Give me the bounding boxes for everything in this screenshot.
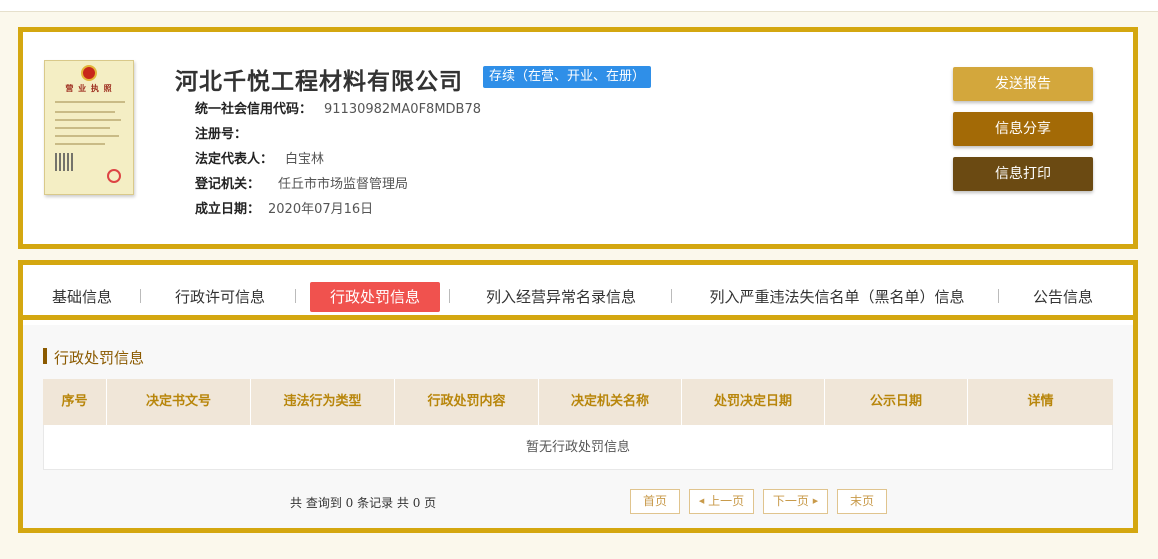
last-page-button[interactable]: 末页 — [837, 489, 887, 514]
column-header: 违法行为类型 — [251, 379, 395, 425]
tab-separator — [671, 289, 672, 303]
info-legal-representative: 法定代表人： 白宝林 — [195, 148, 324, 167]
info-value: 2020年07月16日 — [268, 202, 374, 217]
prev-page-label: 上一页 — [708, 494, 745, 508]
national-emblem-icon — [81, 65, 97, 81]
tab-basic-info[interactable]: 基础信息 — [42, 282, 122, 312]
first-page-button[interactable]: 首页 — [630, 489, 680, 514]
info-value: 91130982MA0F8MDB78 — [324, 102, 481, 117]
info-value: 白宝林 — [285, 152, 325, 167]
tab-separator — [140, 289, 141, 303]
column-header: 决定机关名称 — [539, 379, 682, 425]
seal-icon — [107, 169, 121, 183]
section-marker — [43, 348, 47, 364]
section-title: 行政处罚信息 — [54, 349, 145, 367]
info-establishment-date: 成立日期： 2020年07月16日 — [195, 198, 373, 217]
next-page-button[interactable]: 下一页 ▶ — [763, 489, 828, 514]
print-info-button[interactable]: 信息打印 — [953, 157, 1093, 191]
info-key: 法定代表人： — [195, 152, 274, 167]
info-value: 任丘市市场监督管理局 — [278, 177, 409, 192]
business-license-image: 营 业 执 照 — [44, 60, 134, 195]
prev-page-button[interactable]: ◀ 上一页 — [689, 489, 754, 514]
tab-separator — [998, 289, 999, 303]
column-header: 处罚决定日期 — [682, 379, 825, 425]
caret-left-icon: ◀ — [698, 497, 705, 505]
column-header: 决定书文号 — [107, 379, 251, 425]
share-info-button[interactable]: 信息分享 — [953, 112, 1093, 146]
column-header: 行政处罚内容 — [395, 379, 539, 425]
tab-separator — [295, 289, 296, 303]
pager-info: 共 查询到 0 条记录 共 0 页 — [290, 496, 437, 510]
info-registration-number: 注册号： — [195, 123, 247, 142]
info-key: 注册号： — [195, 127, 248, 142]
status-badge: 存续（在营、开业、在册） — [483, 66, 652, 88]
tab-admin-license[interactable]: 行政许可信息 — [164, 282, 276, 312]
company-name: 河北千悦工程材料有限公司 — [175, 68, 463, 95]
send-report-button[interactable]: 发送报告 — [953, 67, 1093, 101]
tab-announcement[interactable]: 公告信息 — [1023, 282, 1103, 312]
tab-abnormal-operation[interactable]: 列入经营异常名录信息 — [471, 282, 651, 312]
tab-separator — [449, 289, 450, 303]
column-header: 序号 — [43, 379, 107, 425]
caret-right-icon: ▶ — [812, 497, 819, 505]
license-title: 营 业 执 照 — [65, 84, 113, 93]
empty-table-row: 暂无行政处罚信息 — [43, 425, 1113, 470]
info-registration-authority: 登记机关： 任丘市市场监督管理局 — [195, 173, 408, 192]
info-key: 统一社会信用代码： — [195, 102, 313, 117]
tab-blacklist[interactable]: 列入严重违法失信名单（黑名单）信息 — [693, 282, 981, 312]
qr-code-icon — [55, 153, 73, 171]
column-header: 公示日期 — [825, 379, 968, 425]
info-key: 登记机关： — [195, 177, 261, 192]
column-header: 详情 — [968, 379, 1113, 425]
info-key: 成立日期： — [195, 202, 261, 217]
info-credit-code: 统一社会信用代码： 91130982MA0F8MDB78 — [195, 98, 481, 117]
tab-admin-penalty[interactable]: 行政处罚信息 — [310, 282, 440, 312]
top-strip — [0, 0, 1158, 12]
next-page-label: 下一页 — [772, 494, 809, 508]
